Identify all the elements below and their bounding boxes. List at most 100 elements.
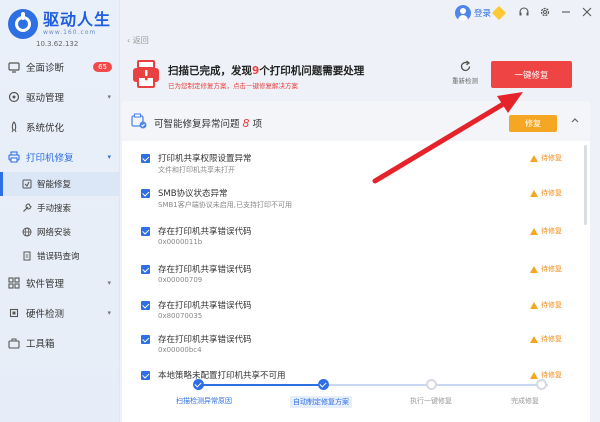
sidebar-item-diagnose[interactable]: 全面诊断 65 (0, 52, 120, 82)
vip-icon[interactable] (491, 5, 507, 21)
issue-detail: 0x00000709 (158, 276, 203, 284)
refresh-icon (448, 60, 482, 75)
issue-detail: 文件和打印机共享未打开 (158, 166, 235, 174)
issue-row: 存在打印机共享错误代码 0x0000011b 待修复 (122, 223, 590, 259)
sidebar-item-driver[interactable]: 驱动管理 ▾ (0, 82, 120, 112)
sidebar-subitem-network-install[interactable]: 网络安装 (0, 220, 120, 244)
back-label: 返回 (132, 36, 149, 45)
document-icon (22, 251, 32, 261)
toolbox-icon (8, 337, 20, 349)
issue-status-label: 待修复 (541, 189, 562, 197)
sidebar-subitem-error-code[interactable]: 错误码查询 (0, 244, 120, 268)
minimize-icon[interactable] (560, 6, 572, 18)
close-icon[interactable] (581, 6, 593, 18)
step-label: 执行一键修复 (410, 397, 452, 405)
issue-row: 打印机共享权限设置异常 文件和打印机共享未打开 待修复 (122, 150, 590, 186)
issue-status: 待修复 (530, 264, 562, 274)
logo-icon (8, 9, 38, 39)
scan-title-prefix: 扫描已完成，发现 (168, 65, 252, 77)
sidebar-subitem-manual-search[interactable]: 手动搜索 (0, 196, 120, 220)
sidebar-item-label: 系统优化 (26, 123, 65, 134)
issue-detail: 0x00000bc4 (158, 346, 202, 354)
sidebar-subitem-label: 网络安装 (37, 228, 72, 238)
smart-repair-icon (22, 179, 32, 189)
sidebar-subitem-label: 智能修复 (37, 180, 72, 190)
sidebar-item-label: 工具箱 (26, 339, 55, 350)
scan-result-title: 扫描已完成，发现9个打印机问题需要处理 (168, 63, 364, 78)
issue-checkbox[interactable] (141, 227, 150, 236)
app-logo: 驱动人生 www.160.com (8, 9, 111, 39)
sidebar-item-hardware[interactable]: 硬件检测 ▾ (0, 298, 120, 328)
issue-row: 存在打印机共享错误代码 0x80070035 待修复 (122, 297, 590, 333)
issue-title: 存在打印机共享错误代码 (158, 227, 252, 237)
step-dot-pending (536, 379, 547, 390)
window-controls (518, 6, 600, 18)
sidebar-item-label: 打印机修复 (26, 153, 74, 164)
gear-icon[interactable] (539, 6, 551, 18)
issue-status: 待修复 (530, 153, 562, 163)
issue-status: 待修复 (530, 334, 562, 344)
issue-row: 存在打印机共享错误代码 0x00000bc4 待修复 (122, 331, 590, 367)
issue-panel-header: 可智能修复异常问题 8 项 修复 (122, 101, 590, 141)
sidebar-item-toolbox[interactable]: 工具箱 (0, 328, 120, 358)
issue-status-label: 待修复 (541, 154, 562, 162)
scan-result-subtitle: 已为您制定修复方案，点击一键修复解决方案 (168, 82, 298, 90)
rocket-icon (8, 121, 20, 133)
sidebar-subitem-label: 错误码查询 (37, 252, 80, 262)
sidebar-item-software[interactable]: 软件管理 ▾ (0, 268, 120, 298)
chip-icon (8, 307, 20, 319)
step-dot-complete (318, 379, 329, 390)
warning-icon (530, 227, 538, 235)
step-connector (198, 384, 323, 386)
issue-status: 待修复 (530, 188, 562, 198)
chevron-up-icon[interactable] (570, 115, 580, 128)
issue-status-label: 待修复 (541, 371, 562, 379)
avatar[interactable] (455, 5, 471, 21)
issue-checkbox[interactable] (141, 154, 150, 163)
warning-icon (530, 301, 538, 309)
issue-status-label: 待修复 (541, 227, 562, 235)
rescan-button[interactable]: 重新检测 (448, 60, 482, 86)
wrench-icon (22, 203, 32, 213)
sidebar-item-label: 全面诊断 (26, 63, 65, 74)
panel-count: 8 (242, 117, 250, 130)
back-link[interactable]: ‹ 返回 (127, 35, 149, 46)
panel-title-text: 可智能修复异常问题 (154, 119, 240, 130)
list-scrollbar[interactable] (584, 145, 587, 225)
warning-icon (530, 335, 538, 343)
issue-detail: SMB1客户端协议未启用,已支持打印不可用 (158, 201, 292, 209)
scan-title-suffix: 个打印机问题需要处理 (259, 65, 365, 77)
issue-row: 存在打印机共享错误代码 0x00000709 待修复 (122, 261, 590, 297)
issue-status-label: 待修复 (541, 265, 562, 273)
panel-fix-button[interactable]: 修复 (509, 115, 557, 132)
network-icon (22, 227, 32, 237)
issue-status: 待修复 (530, 370, 562, 380)
support-icon[interactable] (518, 6, 530, 18)
issue-status-label: 待修复 (541, 301, 562, 309)
warning-icon (530, 371, 538, 379)
sidebar-subitem-smart-repair[interactable]: 智能修复 (0, 172, 120, 196)
chevron-down-icon: ▾ (107, 279, 111, 287)
chevron-down-icon: ▾ (107, 309, 111, 317)
issue-detail: 0x80070035 (158, 312, 203, 320)
issue-status: 待修复 (530, 300, 562, 310)
chevron-left-icon: ‹ (127, 36, 131, 45)
login-area[interactable]: 登录 (455, 5, 507, 21)
sidebar-nav: 全面诊断 65 驱动管理 ▾ 系统优化 打印机修复 ▾ 智能修复 手动搜索 网络… (0, 52, 120, 358)
issue-checkbox[interactable] (141, 335, 150, 344)
issue-checkbox[interactable] (141, 371, 150, 380)
issue-checkbox[interactable] (141, 189, 150, 198)
issue-checkbox[interactable] (141, 265, 150, 274)
step-dot-pending (426, 379, 437, 390)
app-url: www.160.com (43, 29, 97, 36)
one-click-fix-button[interactable]: 一键修复 (491, 61, 572, 88)
login-link[interactable]: 登录 (474, 7, 491, 19)
sidebar-item-label: 软件管理 (26, 279, 65, 290)
issue-checkbox[interactable] (141, 301, 150, 310)
smart-fix-icon (131, 113, 147, 129)
sidebar-item-optimize[interactable]: 系统优化 (0, 112, 120, 142)
sidebar-item-printer-repair[interactable]: 打印机修复 ▾ (0, 142, 120, 172)
sidebar-item-label: 驱动管理 (26, 93, 65, 104)
issue-title: SMB协议状态异常 (158, 189, 228, 199)
issue-detail: 0x0000011b (158, 238, 203, 246)
